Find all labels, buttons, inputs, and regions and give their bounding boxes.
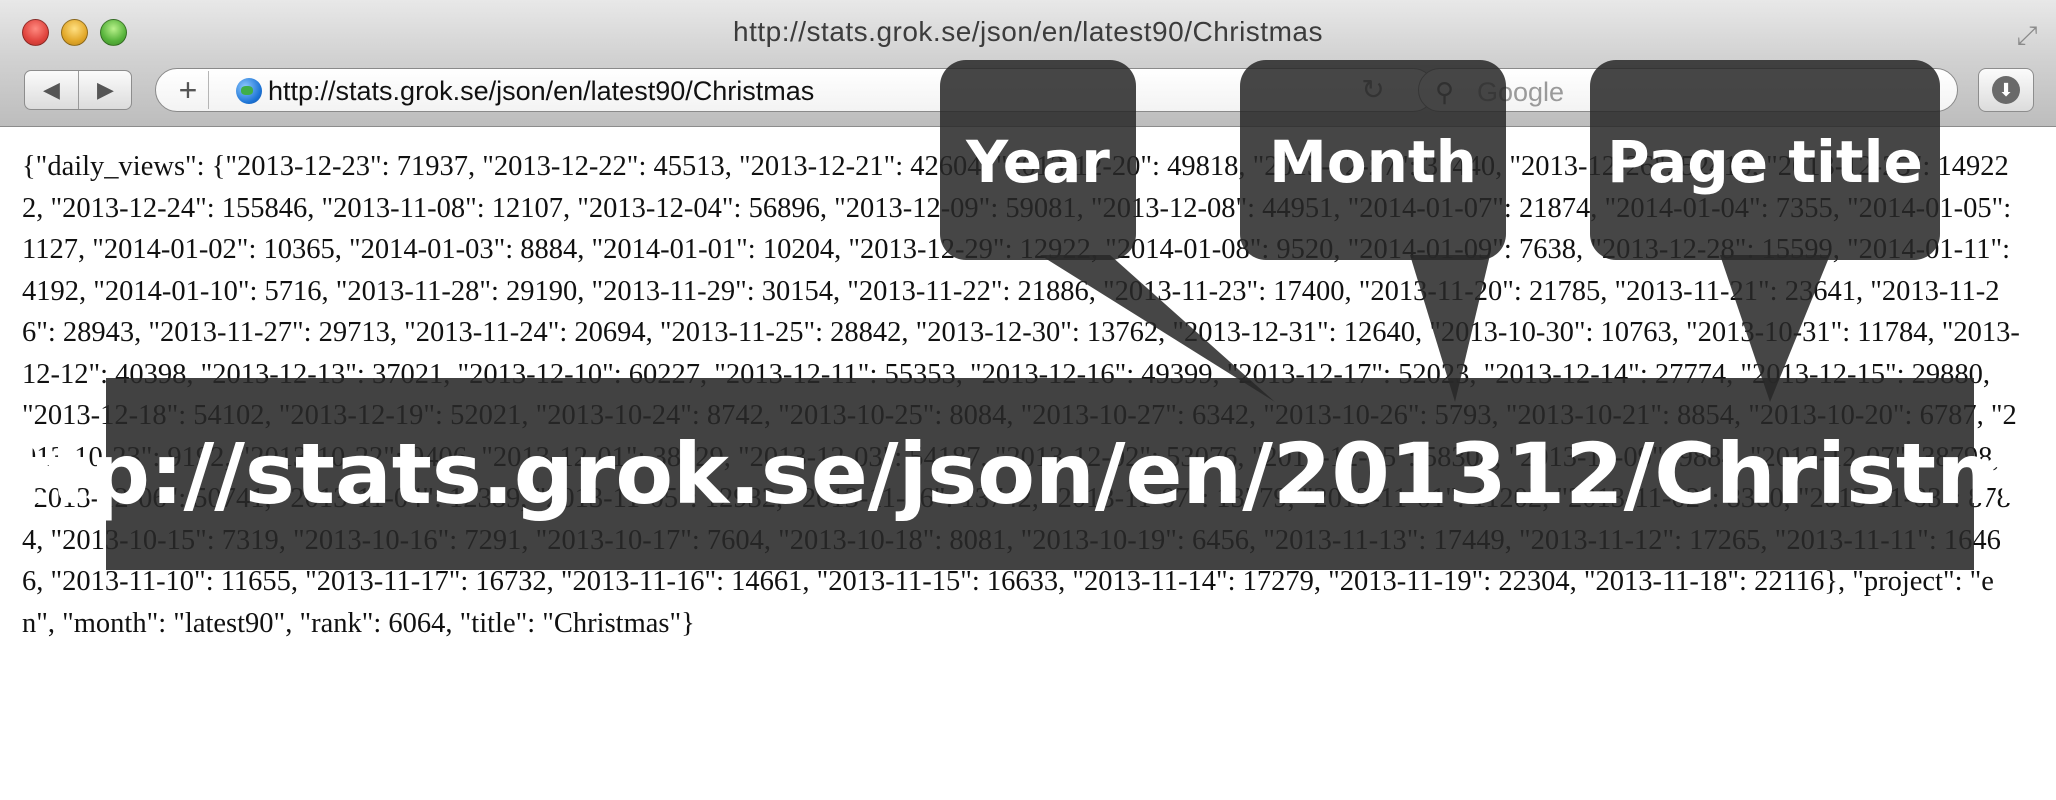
- year-callout-label: Year: [966, 128, 1110, 196]
- navigation-buttons: ◀ ▶: [24, 70, 132, 110]
- forward-icon: ▶: [97, 77, 114, 102]
- title-bar: http://stats.grok.se/json/en/latest90/Ch…: [0, 0, 2056, 62]
- year-callout: Year: [940, 60, 1136, 260]
- browser-window: http://stats.grok.se/json/en/latest90/Ch…: [0, 0, 2056, 800]
- back-button[interactable]: ◀: [25, 71, 79, 109]
- downloads-button[interactable]: ⬇: [1978, 68, 2034, 112]
- window-title: http://stats.grok.se/json/en/latest90/Ch…: [733, 16, 1323, 47]
- fullscreen-icon[interactable]: ⤢: [2012, 20, 2042, 50]
- forward-button[interactable]: ▶: [79, 71, 132, 109]
- globe-icon: [236, 78, 262, 104]
- add-bookmark-button[interactable]: +: [168, 71, 209, 109]
- month-callout-label: Month: [1269, 128, 1477, 196]
- url-pattern-text: http://stats.grok.se/json/en/201312/Chri…: [0, 425, 2056, 523]
- page-title-callout-label: Page title: [1607, 128, 1923, 196]
- plus-icon: +: [178, 72, 198, 108]
- month-callout: Month: [1240, 60, 1506, 260]
- url-field[interactable]: http://stats.grok.se/json/en/latest90/Ch…: [268, 76, 814, 107]
- page-title-callout: Page title: [1590, 60, 1940, 260]
- back-icon: ◀: [43, 77, 60, 102]
- download-arrow-icon: ⬇: [1992, 76, 2020, 104]
- url-pattern-banner: http://stats.grok.se/json/en/201312/Chri…: [0, 378, 2056, 570]
